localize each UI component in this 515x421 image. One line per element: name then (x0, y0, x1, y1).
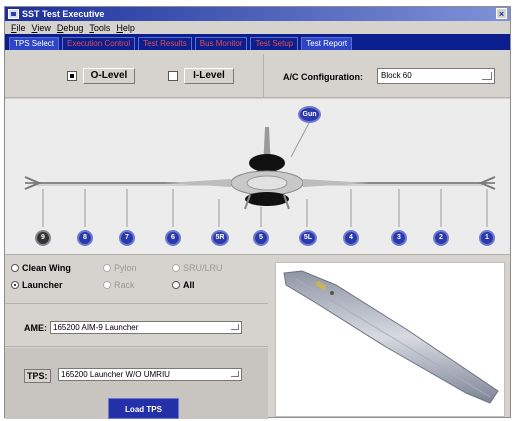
station-gun-button[interactable]: Gun (298, 106, 321, 123)
station-5l-button[interactable]: 5L (299, 230, 317, 246)
tab-test-setup[interactable]: Test Setup (250, 37, 299, 50)
ac-config-select[interactable]: Block 60 (377, 68, 495, 84)
i-level-button[interactable]: I-Level (184, 68, 234, 84)
radio-dot (11, 264, 19, 272)
radio-label: SRU/LRU (183, 263, 223, 273)
station-7-button[interactable]: 7 (119, 230, 135, 246)
dropdown-icon[interactable] (482, 72, 492, 80)
ame-label: AME: (24, 323, 47, 333)
radio-dot (172, 264, 180, 272)
menu-bar: File View Debug Tools Help (5, 21, 510, 34)
station-5-button[interactable]: 5 (253, 230, 269, 246)
wing-config-panel: Clean Wing Pylon SRU/LRU Launcher Rack A… (5, 256, 268, 304)
all-radio[interactable]: All (172, 280, 195, 290)
menu-view[interactable]: View (32, 23, 51, 33)
ame-value: 165200 AIM-9 Launcher (53, 323, 139, 332)
radio-dot (11, 281, 19, 289)
launcher-photo (275, 262, 505, 417)
station-3-button[interactable]: 3 (391, 230, 407, 246)
station-1-button[interactable]: 1 (479, 230, 495, 246)
dropdown-icon[interactable] (231, 371, 239, 377)
ac-config-value: Block 60 (381, 71, 412, 80)
menu-help[interactable]: Help (116, 23, 135, 33)
radio-label: Pylon (114, 263, 137, 273)
rack-radio[interactable]: Rack (103, 280, 135, 290)
radio-dot (103, 281, 111, 289)
launcher-radio[interactable]: Launcher (11, 280, 63, 290)
divider (263, 54, 264, 98)
radio-dot (172, 281, 180, 289)
tab-bar: TPS Select Execution Control Test Result… (5, 34, 510, 50)
station-2-button[interactable]: 2 (433, 230, 449, 246)
launcher-image (283, 270, 499, 404)
o-level-button[interactable]: O-Level (83, 68, 135, 84)
sru-lru-radio[interactable]: SRU/LRU (172, 263, 223, 273)
clean-wing-radio[interactable]: Clean Wing (11, 263, 71, 273)
maintenance-level-row: O-Level I-Level A/C Configuration: Block… (5, 51, 510, 98)
menu-tools[interactable]: Tools (89, 23, 110, 33)
tab-execution-control[interactable]: Execution Control (62, 37, 136, 50)
tps-select[interactable]: 165200 Launcher W/O UMRIU (58, 368, 242, 381)
tab-test-report[interactable]: Test Report (301, 37, 353, 50)
station-8-button[interactable]: 8 (77, 230, 93, 246)
station-6-button[interactable]: 6 (165, 230, 181, 246)
app-icon (8, 9, 19, 19)
tab-test-results[interactable]: Test Results (138, 37, 192, 50)
i-level-checkbox[interactable] (168, 71, 178, 81)
main-window: SST Test Executive × File View Debug Too… (4, 6, 511, 419)
radio-label: Rack (114, 280, 135, 290)
tps-value: 165200 Launcher W/O UMRIU (61, 370, 170, 379)
station-5r-button[interactable]: 5R (211, 230, 229, 246)
menu-file[interactable]: File (11, 23, 26, 33)
title-bar: SST Test Executive × (5, 7, 510, 21)
radio-label: Launcher (22, 280, 63, 290)
dropdown-icon[interactable] (231, 324, 239, 330)
load-tps-button[interactable]: Load TPS (108, 398, 179, 419)
ac-config-label: A/C Configuration: (283, 72, 363, 82)
tps-label: TPS: (24, 369, 51, 383)
o-level-checkbox[interactable] (67, 71, 77, 81)
ame-select[interactable]: 165200 AIM-9 Launcher (50, 321, 242, 334)
tab-tps-select[interactable]: TPS Select (9, 37, 60, 50)
aircraft-diagram: Gun 9 8 7 6 5R 5 5L 4 3 2 1 (5, 99, 510, 255)
tps-panel: TPS: 165200 Launcher W/O UMRIU Load TPS (5, 348, 268, 419)
close-button[interactable]: × (496, 8, 507, 19)
ame-panel: AME: 165200 AIM-9 Launcher (5, 305, 268, 347)
radio-dot (103, 264, 111, 272)
pylon-radio[interactable]: Pylon (103, 263, 137, 273)
station-4-button[interactable]: 4 (343, 230, 359, 246)
menu-debug[interactable]: Debug (57, 23, 84, 33)
tab-bus-monitor[interactable]: Bus Monitor (194, 37, 248, 50)
radio-label: Clean Wing (22, 263, 71, 273)
radio-label: All (183, 280, 195, 290)
window-title: SST Test Executive (22, 9, 105, 19)
station-9-button[interactable]: 9 (35, 230, 51, 246)
